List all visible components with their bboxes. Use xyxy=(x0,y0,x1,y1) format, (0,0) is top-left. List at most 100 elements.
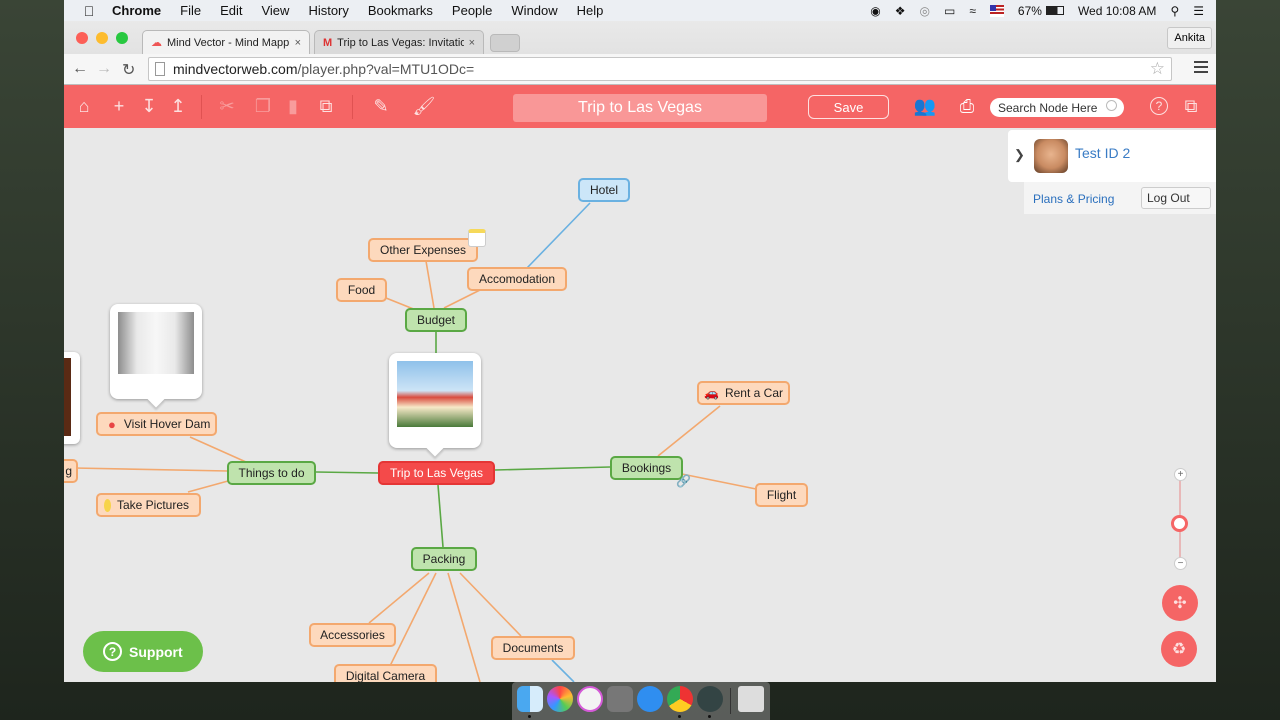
save-button[interactable]: Save xyxy=(808,95,889,119)
system-preferences-icon[interactable] xyxy=(607,686,633,712)
menu-people[interactable]: People xyxy=(452,3,492,18)
itunes-icon[interactable] xyxy=(577,686,603,712)
node-flight[interactable]: Flight xyxy=(755,483,808,507)
node-accessories[interactable]: Accessories xyxy=(309,623,396,647)
menu-window[interactable]: Window xyxy=(511,3,557,18)
tab-mind-vector[interactable]: ☁ Mind Vector - Mind Mappin × xyxy=(142,30,310,54)
zoom-handle[interactable] xyxy=(1171,515,1188,532)
zoom-slider[interactable]: + − xyxy=(1171,466,1188,570)
node-packing[interactable]: Packing xyxy=(411,547,477,571)
trash-icon[interactable] xyxy=(738,686,764,712)
notification-center-icon[interactable]: ☰ xyxy=(1193,4,1204,18)
profile-button[interactable]: Ankita xyxy=(1167,27,1212,49)
zoom-out-button[interactable]: − xyxy=(1174,557,1187,570)
link-icon[interactable]: 🔗 xyxy=(676,474,691,488)
note-icon[interactable] xyxy=(468,229,486,247)
search-node-input[interactable]: Search Node Here xyxy=(990,98,1124,117)
help-icon[interactable]: ? xyxy=(1148,95,1170,117)
menu-history[interactable]: History xyxy=(308,3,348,18)
node-bookings[interactable]: Bookings xyxy=(610,456,683,480)
record-icon[interactable]: ◉ xyxy=(870,4,880,18)
paste-icon[interactable]: ▮ xyxy=(282,95,304,117)
fit-to-screen-button[interactable]: ✣ xyxy=(1162,585,1198,621)
battery-percent[interactable]: 67% xyxy=(1018,4,1042,18)
menu-help[interactable]: Help xyxy=(577,3,604,18)
node-things-to-do[interactable]: Things to do xyxy=(227,461,316,485)
root-image-card[interactable] xyxy=(389,353,481,448)
node-food[interactable]: Food xyxy=(336,278,387,302)
address-bar[interactable]: mindvectorweb.com /player.php?val=MTU1OD… xyxy=(148,57,1172,81)
search-icon[interactable] xyxy=(1106,100,1117,111)
menu-bookmarks[interactable]: Bookmarks xyxy=(368,3,433,18)
logout-button[interactable]: Log Out xyxy=(1141,187,1211,209)
close-tab-icon[interactable]: × xyxy=(295,37,301,49)
minimize-window-button[interactable] xyxy=(96,32,108,44)
node-take-pictures[interactable]: Take Pictures xyxy=(96,493,201,517)
copy-icon[interactable]: ❐ xyxy=(252,95,274,117)
forward-icon[interactable]: → xyxy=(96,60,112,78)
hoverdam-image-card[interactable] xyxy=(110,304,202,399)
node-label: Visit Hover Dam xyxy=(123,417,211,431)
map-title[interactable]: Trip to Las Vegas xyxy=(513,94,767,122)
import-icon[interactable]: ↧ xyxy=(138,95,160,117)
zoom-in-button[interactable]: + xyxy=(1174,468,1187,481)
node-other-expenses[interactable]: Other Expenses xyxy=(368,238,478,262)
link-packing-documents xyxy=(459,572,522,637)
airplay-icon[interactable]: ▭ xyxy=(944,4,955,18)
node-budget[interactable]: Budget xyxy=(405,308,467,332)
share-users-icon[interactable]: 👥 xyxy=(914,95,936,117)
menu-view[interactable]: View xyxy=(261,3,289,18)
mindmap-canvas[interactable]: Hotel Other Expenses Accomodation Food B… xyxy=(64,128,1216,682)
node-rent-a-car[interactable]: 🚗 Rent a Car xyxy=(697,381,790,405)
export-icon[interactable]: ↥ xyxy=(167,95,189,117)
close-tab-icon[interactable]: × xyxy=(469,37,475,49)
close-window-button[interactable] xyxy=(76,32,88,44)
clock[interactable]: Wed 10:08 AM xyxy=(1078,4,1157,18)
spotlight-icon[interactable]: ⚲ xyxy=(1170,4,1179,18)
bookmark-star-icon[interactable]: ☆ xyxy=(1150,59,1165,79)
chrome-menu-icon[interactable] xyxy=(1194,61,1208,73)
reload-icon[interactable]: ↻ xyxy=(122,60,135,80)
node-hotel[interactable]: Hotel xyxy=(578,178,630,202)
home-icon[interactable]: ⌂ xyxy=(73,95,95,117)
dropbox-icon[interactable]: ❖ xyxy=(895,4,906,18)
photos-icon[interactable] xyxy=(547,686,573,712)
menu-file[interactable]: File xyxy=(180,3,201,18)
safari-icon[interactable] xyxy=(637,686,663,712)
translate-icon[interactable]: ⧉ xyxy=(315,95,337,117)
tab-gmail[interactable]: M Trip to Las Vegas: Invitatio × xyxy=(314,30,484,54)
print-icon[interactable]: ⎙ xyxy=(956,95,978,117)
paint-brush-icon[interactable]: 🖌 xyxy=(413,95,436,117)
avatar[interactable] xyxy=(1034,139,1068,173)
theme-paint-button[interactable]: ♻ xyxy=(1161,631,1197,667)
wifi-icon[interactable]: ≈ xyxy=(969,4,976,18)
paint-bucket-icon: ♻ xyxy=(1171,641,1187,658)
node-partial-left[interactable]: g xyxy=(64,459,78,483)
node-visit-hover-dam[interactable]: ● Visit Hover Dam xyxy=(96,412,217,436)
creative-cloud-icon[interactable]: ◎ xyxy=(919,4,929,18)
node-digital-camera[interactable]: Digital Camera xyxy=(334,664,437,682)
flag-icon[interactable] xyxy=(989,4,1004,17)
highlighter-icon[interactable]: ✎ xyxy=(370,95,392,117)
user-name[interactable]: Test ID 2 xyxy=(1075,145,1130,161)
back-icon[interactable]: ← xyxy=(72,60,88,78)
finder-icon[interactable] xyxy=(517,686,543,712)
new-tab-button[interactable] xyxy=(490,34,520,52)
node-accomodation[interactable]: Accomodation xyxy=(467,267,567,291)
menu-app-name[interactable]: Chrome xyxy=(112,3,161,18)
maximize-window-button[interactable] xyxy=(116,32,128,44)
menu-edit[interactable]: Edit xyxy=(220,3,242,18)
cut-icon[interactable]: ✂ xyxy=(216,95,238,117)
node-root[interactable]: Trip to Las Vegas xyxy=(378,461,495,485)
fullscreen-icon[interactable]: ⧉ xyxy=(1180,95,1202,117)
quicktime-icon[interactable] xyxy=(697,686,723,712)
support-button[interactable]: ? Support xyxy=(83,631,203,672)
plans-pricing-link[interactable]: Plans & Pricing xyxy=(1033,192,1114,206)
chrome-icon[interactable] xyxy=(667,686,693,712)
partial-image-card[interactable] xyxy=(64,352,80,444)
add-icon[interactable]: + xyxy=(108,95,130,117)
apple-icon[interactable]:  xyxy=(82,3,96,19)
link-root-packing xyxy=(437,484,444,548)
node-documents[interactable]: Documents xyxy=(491,636,575,660)
chevron-right-icon[interactable]: ❯ xyxy=(1014,147,1025,163)
